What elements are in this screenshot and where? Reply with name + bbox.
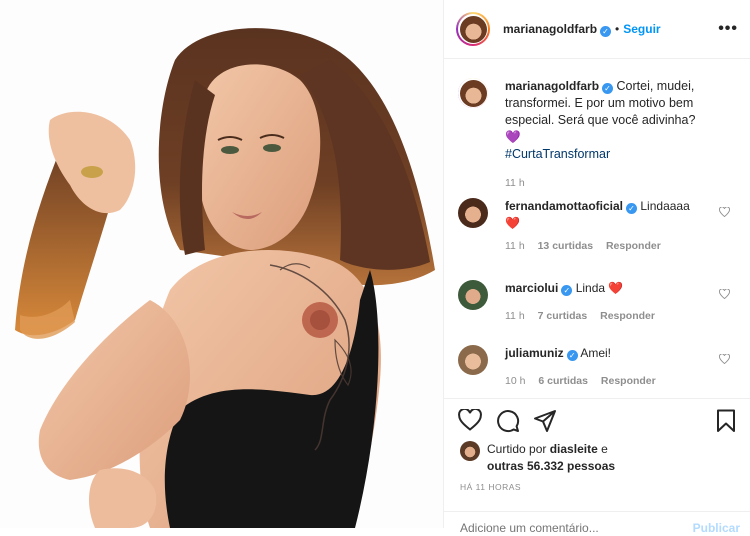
avatar-image	[459, 15, 487, 43]
like-comment-heart-icon[interactable]	[719, 354, 730, 364]
comment-text: Amei!	[580, 346, 612, 360]
commenter-avatar[interactable]	[458, 280, 488, 310]
portrait-illustration	[0, 0, 443, 528]
comment-time[interactable]: 11 h	[505, 310, 525, 322]
comment-likes[interactable]: 7 curtidas	[538, 310, 588, 322]
verified-badge-icon: ✓	[626, 203, 638, 214]
comment-text: Linda	[575, 281, 606, 295]
reply-button[interactable]: Responder	[606, 240, 661, 252]
comment-username[interactable]: juliamuniz	[505, 346, 564, 360]
instagram-post: marianagoldfarb ✓ • Seguir ••• marianagoldf…	[0, 0, 750, 536]
comment-text: Lindaaaa	[640, 199, 690, 213]
verified-badge-icon: ✓	[602, 83, 614, 94]
post-timestamp[interactable]: HÁ 11 HORAS	[460, 482, 521, 492]
follow-button[interactable]: Seguir	[623, 22, 660, 36]
like-comment-heart-icon[interactable]	[719, 289, 730, 299]
liker-avatar[interactable]	[460, 441, 480, 461]
commenter-avatar[interactable]	[458, 198, 488, 228]
likes-middle: e	[601, 442, 608, 456]
red-heart-icon: ❤️	[608, 281, 624, 295]
like-comment-heart-icon[interactable]	[719, 207, 730, 217]
caption-time[interactable]: 11 h	[505, 175, 710, 192]
bookmark-icon[interactable]	[716, 409, 736, 433]
verified-badge-icon: ✓	[600, 25, 612, 37]
reply-button[interactable]: Responder	[600, 310, 655, 322]
comment-likes[interactable]: 6 curtidas	[538, 375, 588, 387]
comment-item: fernandamottaoficial ✓ Lindaaaa ❤️ 11 h 1…	[458, 198, 738, 255]
comment-time[interactable]: 11 h	[505, 240, 525, 252]
add-comment-bar: Publicar	[444, 511, 750, 536]
comment-username[interactable]: marciolui	[505, 281, 558, 295]
liker-username[interactable]: diasleite	[550, 442, 598, 456]
post-actions: Curtido por diasleite e outras 56.332 pe…	[444, 398, 750, 536]
caption-username[interactable]: marianagoldfarb	[505, 79, 599, 93]
more-options-icon[interactable]: •••	[718, 20, 738, 38]
comment-icon[interactable]	[496, 409, 520, 433]
add-comment-input[interactable]	[458, 520, 662, 536]
verified-badge-icon: ✓	[561, 285, 573, 296]
author-username[interactable]: marianagoldfarb	[503, 22, 597, 36]
comment-username[interactable]: fernandamottaoficial	[505, 199, 623, 213]
red-heart-icon: ❤️	[505, 216, 520, 230]
commenter-avatar[interactable]	[458, 345, 488, 375]
caption-avatar[interactable]	[458, 78, 488, 108]
post-sidebar: marianagoldfarb ✓ • Seguir ••• marianagoldf…	[444, 0, 750, 536]
caption-hashtag[interactable]: #CurtaTransformar	[505, 147, 610, 161]
author-avatar[interactable]	[456, 12, 490, 46]
reply-button[interactable]: Responder	[601, 375, 656, 387]
comment-likes[interactable]: 13 curtidas	[538, 240, 593, 252]
avatar-image	[459, 79, 487, 107]
likes-others[interactable]: outras 56.332 pessoas	[487, 459, 615, 473]
verified-badge-icon: ✓	[566, 350, 578, 361]
publish-button[interactable]: Publicar	[693, 521, 740, 535]
post-photo[interactable]	[0, 0, 444, 528]
comment-item: marciolui ✓ Linda ❤️ 11 h 7 curtidas Resp…	[458, 280, 738, 325]
header-separator: •	[615, 21, 620, 36]
purple-heart-icon: 💜	[505, 130, 521, 144]
likes-prefix: Curtido por	[487, 442, 547, 456]
post-header: marianagoldfarb ✓ • Seguir •••	[444, 0, 750, 59]
comment-item: juliamuniz ✓ Amei! 10 h 6 curtidas Respon…	[458, 345, 738, 390]
likes-summary: Curtido por diasleite e outras 56.332 pe…	[460, 441, 657, 475]
heart-icon[interactable]	[458, 409, 482, 431]
post-caption: marianagoldfarb ✓ Cortei, mudei, transfor…	[458, 78, 738, 192]
share-icon[interactable]	[533, 409, 557, 433]
comment-time[interactable]: 10 h	[505, 375, 525, 387]
